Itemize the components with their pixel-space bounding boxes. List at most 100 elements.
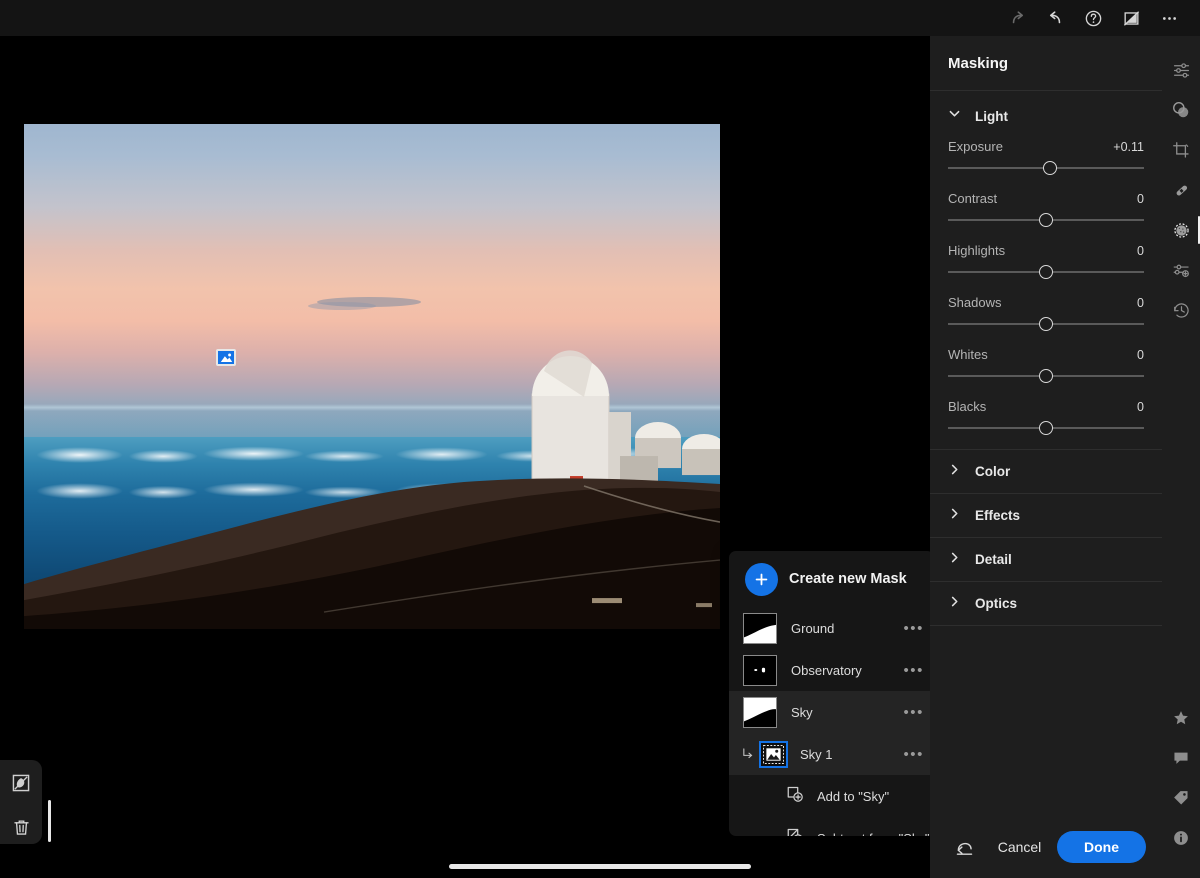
slider-highlights-thumb[interactable] <box>1039 265 1053 279</box>
done-button[interactable]: Done <box>1057 831 1146 863</box>
slider-contrast-thumb[interactable] <box>1039 213 1053 227</box>
slider-blacks[interactable]: Blacks 0 <box>948 399 1144 437</box>
healing-blend-icon[interactable] <box>1162 90 1200 130</box>
add-to-mask-button[interactable]: Add to "Sky" <box>729 775 934 817</box>
slider-shadows-thumb[interactable] <box>1039 317 1053 331</box>
cancel-button[interactable]: Cancel <box>982 839 1057 855</box>
section-optics[interactable]: Optics <box>930 582 1162 626</box>
section-detail[interactable]: Detail <box>930 538 1162 582</box>
star-rating-icon[interactable] <box>1162 698 1200 738</box>
slider-contrast[interactable]: Contrast 0 <box>948 191 1144 229</box>
mask-thumbnail-observatory <box>743 654 777 686</box>
slider-shadows-value: 0 <box>1137 296 1144 310</box>
photo-image[interactable] <box>24 124 720 629</box>
mask-thumbnail-sky <box>743 696 777 728</box>
add-to-mask-icon <box>786 785 804 808</box>
section-color-label: Color <box>975 464 1011 479</box>
mask-tools-flyout <box>0 760 42 844</box>
subtract-from-mask-button[interactable]: Subtract from "Sky" <box>729 817 934 836</box>
edit-panel: Masking Light Exposure +0.11 Contrast 0 … <box>930 36 1162 878</box>
more-options-icon[interactable] <box>1150 0 1188 36</box>
heal-brush-icon[interactable] <box>1162 170 1200 210</box>
chevron-right-icon <box>948 463 961 481</box>
mask-thumbnail-ground <box>743 612 777 644</box>
mask-row-ground[interactable]: Ground ••• <box>729 607 934 649</box>
chevron-right-icon <box>948 551 961 569</box>
submask-branch-icon <box>742 747 753 765</box>
section-color[interactable]: Color <box>930 450 1162 494</box>
crop-icon[interactable] <box>1162 130 1200 170</box>
history-icon[interactable] <box>1162 290 1200 330</box>
submask-overflow-sky-1[interactable]: ••• <box>903 747 924 762</box>
mask-pin-badge[interactable] <box>216 349 236 366</box>
slider-contrast-label: Contrast <box>948 191 998 206</box>
mask-row-sky[interactable]: Sky ••• <box>729 691 934 733</box>
slider-whites-track[interactable] <box>948 367 1144 385</box>
section-effects-label: Effects <box>975 508 1021 523</box>
slider-exposure-track[interactable] <box>948 159 1144 177</box>
presets-icon[interactable] <box>1162 250 1200 290</box>
edit-panel-title: Masking <box>948 54 1009 72</box>
slider-highlights-track[interactable] <box>948 263 1144 281</box>
slider-highlights-value: 0 <box>1137 244 1144 258</box>
submask-name-sky-1: Sky 1 <box>800 746 833 762</box>
slider-blacks-track[interactable] <box>948 419 1144 437</box>
mask-overflow-observatory[interactable]: ••• <box>903 663 924 678</box>
mask-row-observatory[interactable]: Observatory ••• <box>729 649 934 691</box>
before-after-icon[interactable] <box>1112 0 1150 36</box>
invert-mask-icon[interactable] <box>8 770 34 796</box>
create-new-mask-button[interactable]: Create new Mask <box>729 551 934 607</box>
reset-button[interactable] <box>946 829 982 865</box>
slider-whites-value: 0 <box>1137 348 1144 362</box>
tag-icon[interactable] <box>1162 778 1200 818</box>
section-light: Light Exposure +0.11 Contrast 0 Highligh… <box>930 91 1162 450</box>
slider-exposure-thumb[interactable] <box>1042 161 1057 175</box>
tool-rail <box>1162 36 1200 878</box>
edit-panel-footer: Cancel Done <box>930 816 1162 878</box>
section-detail-label: Detail <box>975 552 1012 567</box>
lightroom-masking-screen: Create new Mask Ground ••• Observatory •… <box>0 0 1200 878</box>
chevron-right-icon <box>948 595 961 613</box>
slider-highlights-label: Highlights <box>948 243 1006 258</box>
submask-row-sky-1[interactable]: Sky 1 ••• <box>729 733 934 775</box>
subtract-from-mask-label: Subtract from "Sky" <box>817 831 930 837</box>
section-light-label: Light <box>975 108 1008 124</box>
slider-shadows-track[interactable] <box>948 315 1144 333</box>
mask-name-ground: Ground <box>791 620 835 636</box>
section-effects[interactable]: Effects <box>930 494 1162 538</box>
comment-icon[interactable] <box>1162 738 1200 778</box>
info-icon[interactable] <box>1162 818 1200 858</box>
slider-contrast-value: 0 <box>1137 192 1144 206</box>
slider-exposure-value: +0.11 <box>1113 140 1144 154</box>
create-new-mask-label: Create new Mask <box>789 571 907 587</box>
slider-blacks-value: 0 <box>1137 400 1144 414</box>
redo-icon[interactable] <box>998 0 1036 36</box>
slider-exposure[interactable]: Exposure +0.11 <box>948 139 1144 177</box>
slider-whites-thumb[interactable] <box>1039 369 1053 383</box>
delete-mask-icon[interactable] <box>8 814 34 840</box>
slider-blacks-thumb[interactable] <box>1039 421 1053 435</box>
slider-blacks-label: Blacks <box>948 399 987 414</box>
submask-thumbnail-sky-1 <box>759 740 788 768</box>
slider-highlights[interactable]: Highlights 0 <box>948 243 1144 281</box>
observatory-and-ridge <box>24 350 720 629</box>
subtract-from-mask-icon <box>786 827 804 836</box>
section-optics-label: Optics <box>975 596 1018 611</box>
slider-shadows-label: Shadows <box>948 295 1002 310</box>
mask-overflow-sky[interactable]: ••• <box>903 705 924 720</box>
edit-sliders-icon[interactable] <box>1162 50 1200 90</box>
panel-resize-handle[interactable] <box>48 800 51 842</box>
home-indicator[interactable] <box>449 864 751 869</box>
masking-icon[interactable] <box>1162 210 1200 250</box>
section-light-header[interactable]: Light <box>948 107 1144 125</box>
undo-icon[interactable] <box>1036 0 1074 36</box>
edit-panel-header: Masking <box>930 36 1162 91</box>
mask-list-panel: Create new Mask Ground ••• Observatory •… <box>729 551 934 836</box>
slider-contrast-track[interactable] <box>948 211 1144 229</box>
slider-shadows[interactable]: Shadows 0 <box>948 295 1144 333</box>
slider-whites[interactable]: Whites 0 <box>948 347 1144 385</box>
chevron-right-icon <box>948 507 961 525</box>
mask-overflow-ground[interactable]: ••• <box>903 621 924 636</box>
help-icon[interactable] <box>1074 0 1112 36</box>
slider-exposure-label: Exposure <box>948 139 1003 154</box>
